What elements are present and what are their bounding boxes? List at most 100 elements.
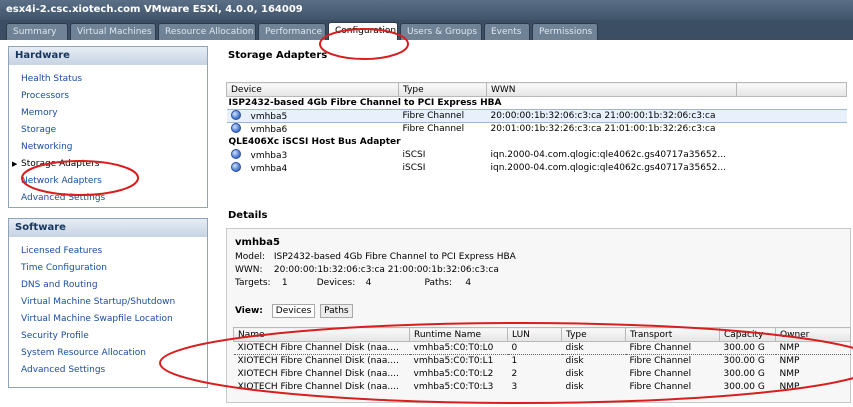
cell-type: disk — [565, 369, 584, 379]
column-header-name[interactable]: Name — [233, 327, 410, 342]
view-label: View: — [235, 306, 263, 316]
cell-transport: Fibre Channel — [629, 382, 692, 392]
adapter-row[interactable]: vmhba5 Fibre Channel 20:00:00:1b:32:06:c… — [226, 109, 847, 123]
nav-vm-swapfile-location[interactable]: Virtual Machine Swapfile Location — [9, 311, 207, 328]
tab-summary[interactable]: Summary — [6, 23, 68, 40]
nav-licensed-features[interactable]: Licensed Features — [9, 243, 207, 260]
column-header-capacity[interactable]: Capacity — [719, 327, 776, 342]
details-wwn-row: WWN: 20:00:00:1b:32:06:c3:ca 21:00:00:1b… — [235, 265, 499, 275]
adapter-row[interactable]: vmhba4 iSCSI iqn.2000-04.com.qlogic:qle4… — [227, 162, 847, 175]
tab-resource-allocation[interactable]: Resource Allocation — [158, 23, 256, 40]
adapter-wwn: iqn.2000-04.com.qlogic:qle4062c.gs40717a… — [490, 150, 726, 160]
column-header-type[interactable]: Type — [561, 327, 626, 342]
adapter-type: Fibre Channel — [402, 124, 465, 135]
nav-storage-adapters[interactable]: ▶ Storage Adapters — [9, 156, 207, 173]
cell-lun: 0 — [507, 341, 562, 355]
storage-adapters-title: Storage Adapters — [228, 50, 328, 61]
cell-type: disk — [561, 341, 626, 355]
adapter-group-name: QLE406Xc iSCSI Host Bus Adapter — [228, 137, 401, 147]
tab-virtual-machines[interactable]: Virtual Machines — [70, 23, 156, 40]
model-value: ISP2432-based 4Gb Fibre Channel to PCI E… — [273, 252, 516, 262]
details-device-name: vmhba5 — [235, 237, 280, 248]
tab-events[interactable]: Events — [484, 23, 530, 40]
view-devices-button[interactable]: Devices — [271, 304, 316, 318]
nav-security-profile[interactable]: Security Profile — [9, 328, 207, 345]
nav-dns-routing[interactable]: DNS and Routing — [9, 277, 207, 294]
tab-configuration[interactable]: Configuration — [328, 22, 398, 40]
adapter-device: vmhba3 — [250, 151, 288, 161]
cell-owner: NMP — [779, 369, 800, 379]
nav-advanced-settings-sw[interactable]: Advanced Settings — [9, 362, 207, 379]
cell-runtime: vmhba5:C0:T0:L2 — [413, 369, 494, 379]
details-model-row: Model: ISP2432-based 4Gb Fibre Channel t… — [235, 252, 516, 262]
cell-name: XIOTECH Fibre Channel Disk (naa.... — [237, 382, 399, 392]
nav-storage[interactable]: Storage — [9, 122, 207, 139]
column-header-wwn[interactable]: WWN — [486, 82, 737, 97]
cell-name: XIOTECH Fibre Channel Disk (naa.... — [233, 341, 410, 355]
table-row[interactable]: XIOTECH Fibre Channel Disk (naa.... vmhb… — [234, 368, 851, 381]
column-header-device[interactable]: Device — [226, 82, 399, 97]
main-content: Storage Adapters Device Type WWN ISP2432… — [214, 46, 853, 407]
column-header-runtime-name[interactable]: Runtime Name — [409, 327, 508, 342]
nav-networking[interactable]: Networking — [9, 139, 207, 156]
column-header-owner[interactable]: Owner — [775, 327, 851, 342]
cell-lun: 3 — [511, 382, 518, 392]
adapter-group-row: QLE406Xc iSCSI Host Bus Adapter — [227, 136, 847, 149]
column-header-transport[interactable]: Transport — [625, 327, 720, 342]
paths-label: Paths: — [424, 278, 453, 288]
adapter-device: vmhba5 — [250, 112, 288, 122]
adapter-row[interactable]: vmhba6 Fibre Channel 20:01:00:1b:32:26:c… — [227, 123, 847, 136]
cell-owner: NMP — [779, 356, 800, 367]
hardware-group: Hardware Health Status Processors Memory… — [8, 46, 208, 208]
column-header-lun[interactable]: LUN — [507, 327, 562, 342]
tab-users-groups[interactable]: Users & Groups — [400, 23, 482, 40]
adapter-wwn: 20:00:00:1b:32:06:c3:ca 21:00:00:1b:32:0… — [486, 109, 737, 123]
adapter-wwn: iqn.2000-04.com.qlogic:qle4062c.gs40717a… — [490, 163, 726, 173]
cell-lun: 2 — [511, 369, 518, 379]
hba-icon — [230, 123, 241, 134]
left-panel: Hardware Health Status Processors Memory… — [8, 46, 208, 401]
devices-value: 4 — [365, 278, 372, 288]
tab-permissions[interactable]: Permissions — [532, 23, 598, 40]
targets-label: Targets: — [235, 278, 271, 288]
model-label: Model: — [235, 252, 266, 262]
window-title: esx4i-2.csc.xiotech.com VMware ESXi, 4.0… — [6, 4, 303, 15]
nav-advanced-settings-hw[interactable]: Advanced Settings — [9, 190, 207, 207]
cell-capacity: 300.00 G — [723, 369, 765, 379]
nav-system-resource-allocation[interactable]: System Resource Allocation — [9, 345, 207, 362]
nav-memory[interactable]: Memory — [9, 105, 207, 122]
table-row[interactable]: XIOTECH Fibre Channel Disk (naa.... vmhb… — [233, 341, 851, 355]
adapter-device: vmhba6 — [250, 125, 288, 136]
tab-performance[interactable]: Performance — [258, 23, 326, 40]
cell-runtime: vmhba5:C0:T0:L3 — [413, 382, 494, 392]
nav-storage-adapters-label: Storage Adapters — [21, 159, 100, 169]
view-switcher: View: Devices Paths — [235, 304, 355, 318]
cell-lun: 1 — [511, 356, 518, 367]
view-paths-button[interactable]: Paths — [320, 304, 353, 318]
devices-table: Name Runtime Name LUN Type Transport Cap… — [233, 327, 851, 394]
nav-processors[interactable]: Processors — [9, 88, 207, 105]
adapter-type: iSCSI — [402, 163, 426, 173]
column-header-filler — [736, 82, 847, 97]
nav-time-configuration[interactable]: Time Configuration — [9, 260, 207, 277]
column-header-type[interactable]: Type — [398, 82, 487, 97]
adapter-row[interactable]: vmhba3 iSCSI iqn.2000-04.com.qlogic:qle4… — [227, 149, 847, 162]
table-row[interactable]: XIOTECH Fibre Channel Disk (naa.... vmhb… — [234, 381, 851, 394]
cell-type: disk — [565, 382, 584, 392]
adapter-group-name: ISP2432-based 4Gb Fibre Channel to PCI E… — [228, 98, 502, 108]
nav-network-adapters[interactable]: Network Adapters — [9, 173, 207, 190]
cell-transport: Fibre Channel — [629, 356, 692, 367]
cell-type: disk — [565, 356, 584, 367]
table-row[interactable]: XIOTECH Fibre Channel Disk (naa.... vmhb… — [234, 355, 851, 368]
window-title-bar: esx4i-2.csc.xiotech.com VMware ESXi, 4.0… — [0, 0, 853, 20]
adapter-type: iSCSI — [402, 150, 426, 160]
nav-vm-startup-shutdown[interactable]: Virtual Machine Startup/Shutdown — [9, 294, 207, 311]
nav-health-status[interactable]: Health Status — [9, 71, 207, 88]
hba-icon — [230, 110, 241, 120]
devices-label: Devices: — [316, 278, 356, 288]
cell-runtime: vmhba5:C0:T0:L1 — [413, 356, 494, 367]
cell-runtime: vmhba5:C0:T0:L0 — [409, 341, 508, 355]
tab-bar: Summary Virtual Machines Resource Alloca… — [0, 20, 853, 40]
cell-owner: NMP — [779, 382, 800, 392]
cell-capacity: 300.00 G — [723, 356, 765, 367]
